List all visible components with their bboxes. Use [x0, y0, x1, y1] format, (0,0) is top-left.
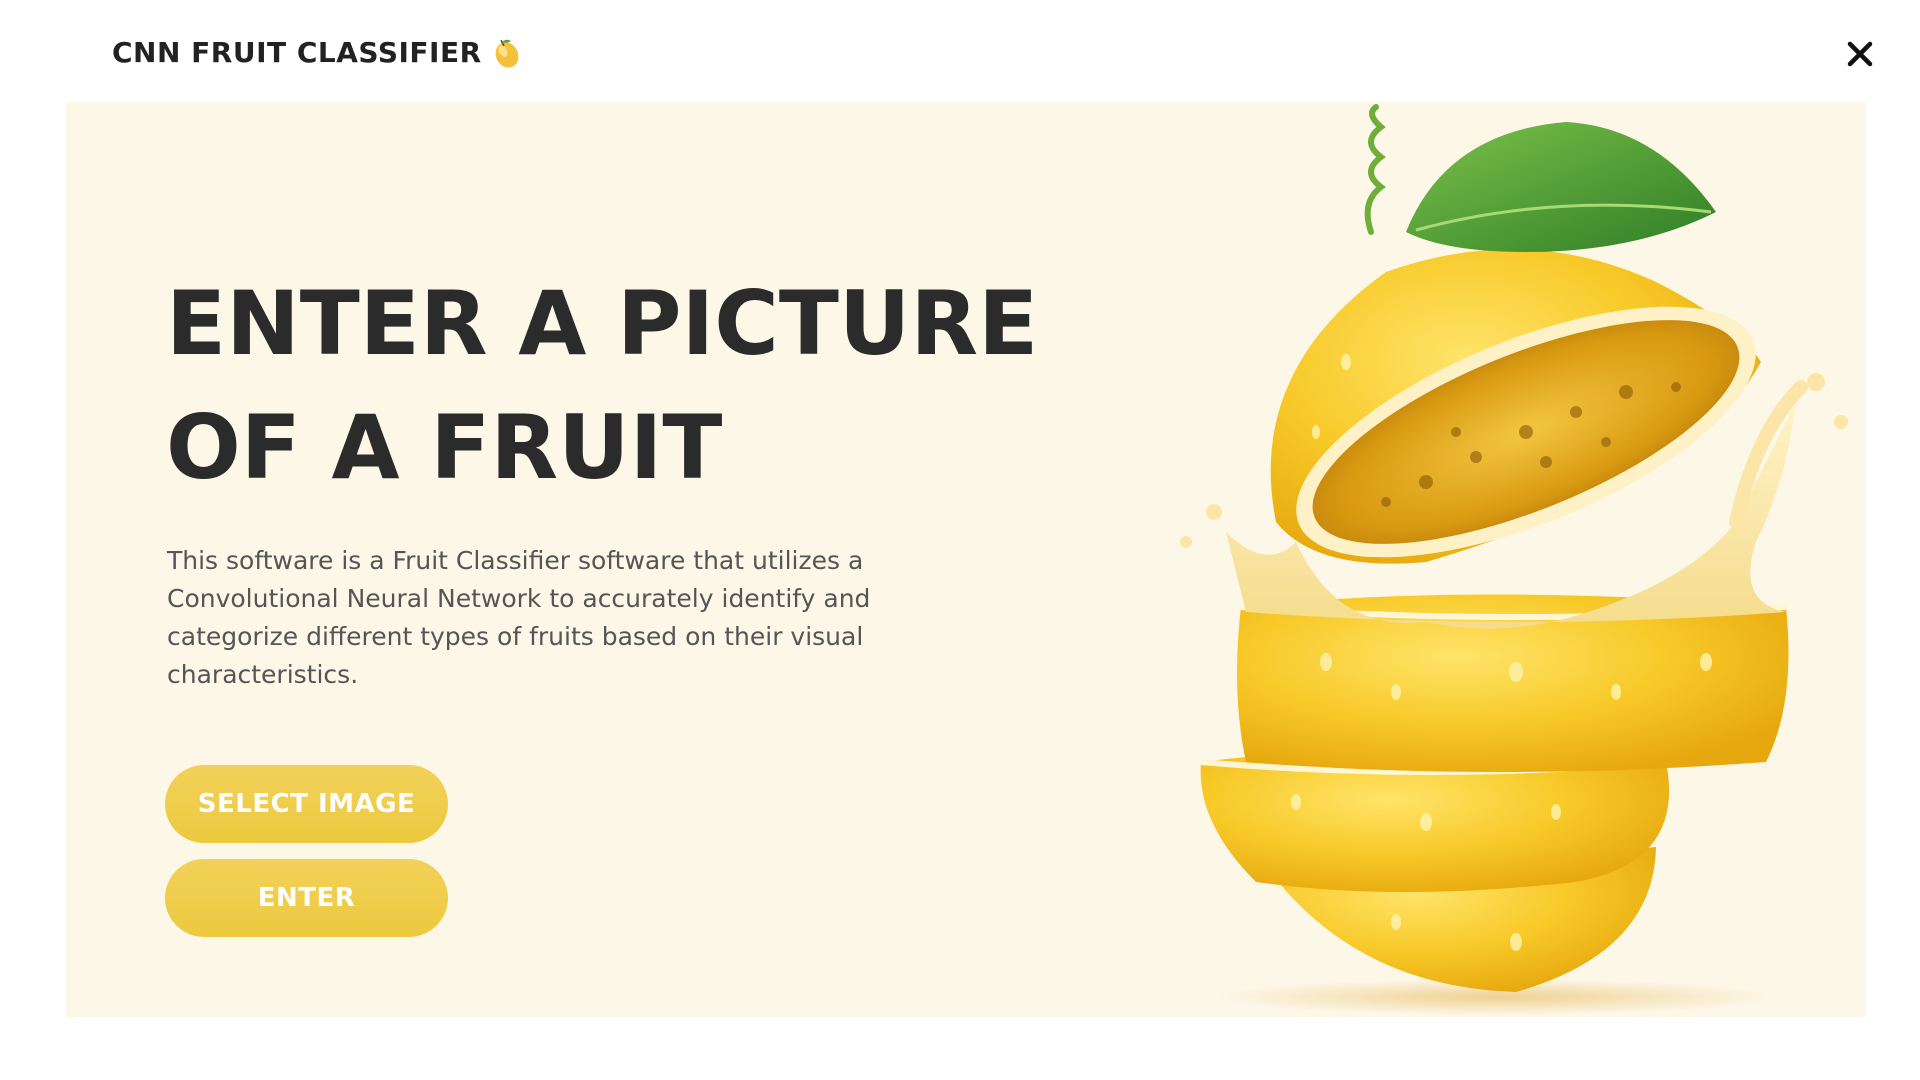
- headline-line-2: OF A FRUIT: [166, 396, 723, 499]
- close-icon: [1847, 41, 1873, 67]
- description-text: This software is a Fruit Classifier soft…: [167, 546, 871, 689]
- headline-line-1: ENTER A PICTURE: [166, 272, 1039, 375]
- mango-icon: [492, 37, 522, 69]
- app-title-text: CNN FRUIT CLASSIFIER: [112, 36, 482, 69]
- fruit-illustration: [1180, 104, 1848, 1015]
- app-title: CNN FRUIT CLASSIFIER: [112, 36, 522, 69]
- app-window: CNN FRUIT CLASSIFIER ENTER A PICTURE OF A…: [0, 0, 1920, 1080]
- enter-button[interactable]: ENTER: [165, 859, 448, 937]
- close-button[interactable]: [1840, 34, 1880, 74]
- hero-panel: ENTER A PICTURE OF A FRUIT This software …: [66, 102, 1866, 1017]
- title-bar: CNN FRUIT CLASSIFIER: [0, 0, 1920, 100]
- select-image-button[interactable]: SELECT IMAGE: [165, 765, 448, 843]
- page-headline: ENTER A PICTURE OF A FRUIT: [166, 262, 1066, 510]
